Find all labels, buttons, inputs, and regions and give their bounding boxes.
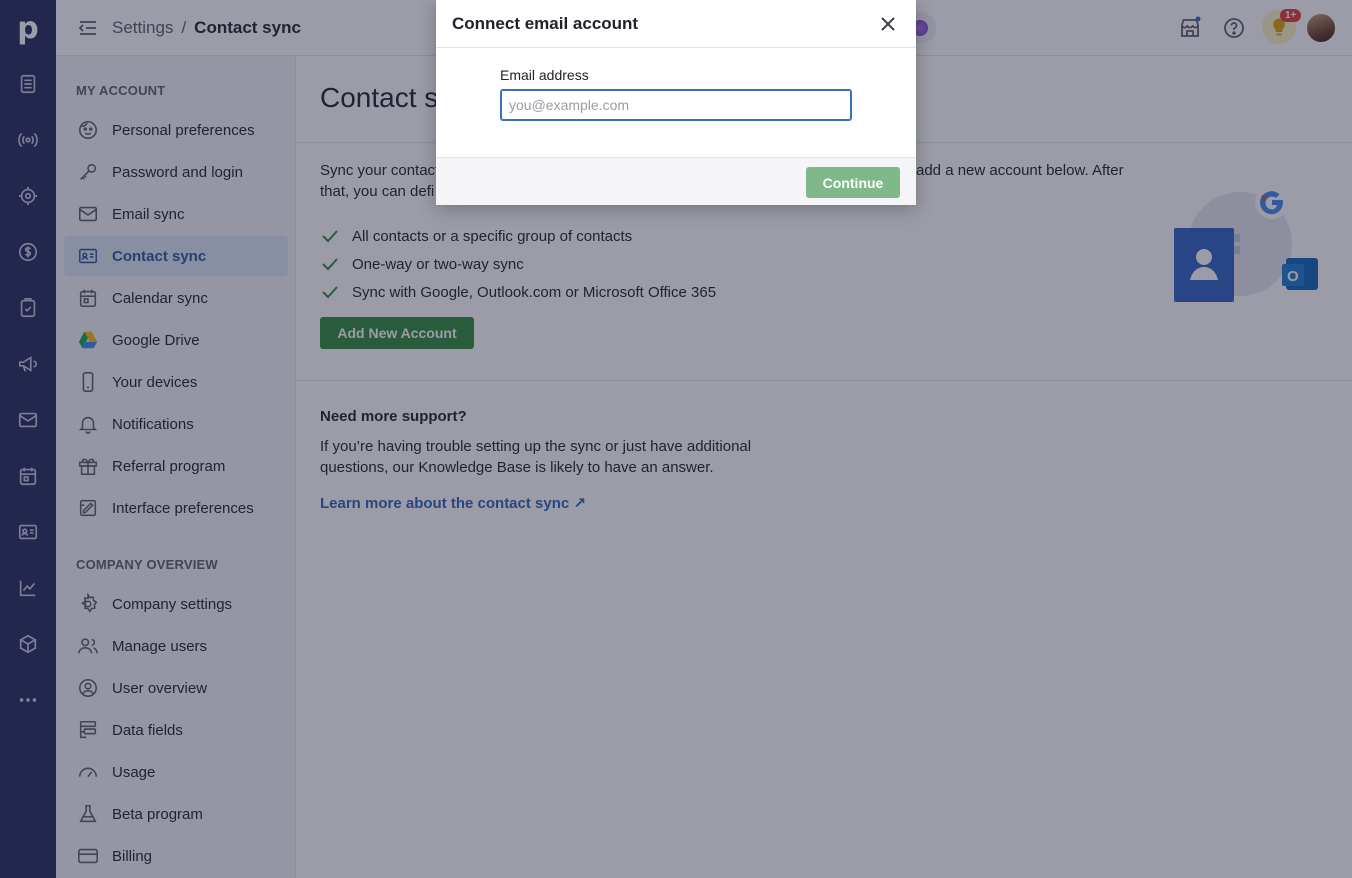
dialog-footer: Continue	[436, 157, 916, 205]
email-label: Email address	[500, 67, 589, 83]
close-icon[interactable]	[878, 14, 898, 34]
continue-button[interactable]: Continue	[806, 167, 900, 198]
dialog-title: Connect email account	[436, 0, 916, 48]
connect-email-dialog: Connect email account Email address Cont…	[436, 0, 916, 205]
email-field[interactable]	[500, 89, 852, 121]
